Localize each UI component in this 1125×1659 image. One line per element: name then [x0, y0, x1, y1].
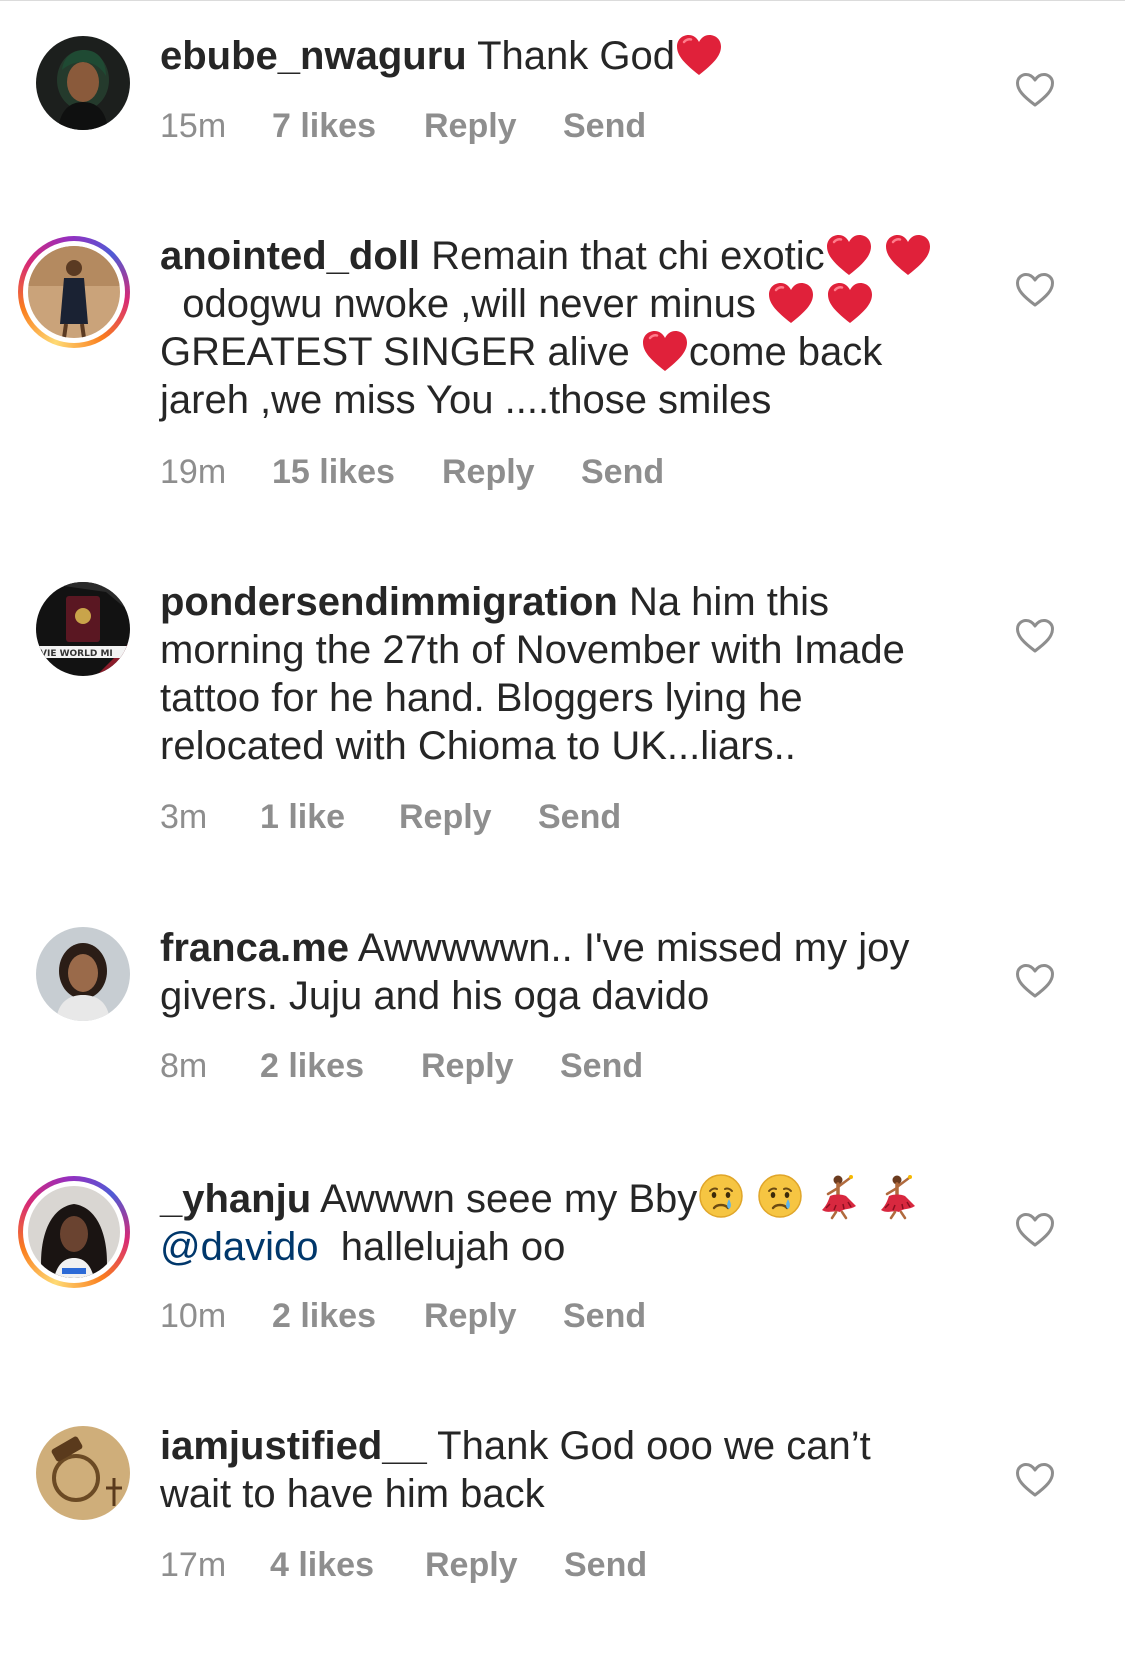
comment-body: odogwu nwoke ,will never minus	[182, 282, 756, 326]
red-heart-emoji	[641, 329, 689, 373]
comment-time: 17m	[160, 1546, 227, 1584]
comment-text: anointed_doll Remain that chi exotic odo…	[160, 232, 940, 424]
comment-body: Thank God	[477, 34, 675, 78]
story-ring[interactable]	[18, 1176, 130, 1288]
like-heart-icon[interactable]	[1015, 272, 1055, 308]
avatar[interactable]: VIE WORLD MI	[36, 582, 130, 676]
send-button[interactable]: Send	[563, 106, 646, 146]
like-heart-icon[interactable]	[1015, 618, 1055, 654]
mention-link[interactable]: @davido	[160, 1225, 318, 1269]
comment-body: Remain that chi exotic	[431, 234, 825, 278]
avatar[interactable]	[36, 36, 130, 130]
like-heart-icon[interactable]	[1015, 72, 1055, 108]
comment-text: iamjustified__ Thank God ooo we can’t wa…	[160, 1422, 940, 1518]
avatar[interactable]	[36, 927, 130, 1021]
comment-likes[interactable]: 15 likes	[272, 452, 442, 492]
red-heart-emoji	[884, 233, 932, 277]
comment-time: 8m	[160, 1047, 208, 1085]
dancer-emoji	[875, 1172, 923, 1220]
red-heart-emoji	[767, 281, 815, 325]
send-button[interactable]: Send	[581, 452, 664, 492]
comment-username[interactable]: iamjustified__	[160, 1424, 427, 1468]
comment-time: 10m	[160, 1297, 227, 1335]
comment-text: _yhanju Awwwn seee my Bby @davido hallel…	[160, 1172, 940, 1271]
avatar[interactable]	[28, 1186, 120, 1278]
avatar[interactable]	[36, 1426, 130, 1520]
comment-username[interactable]: pondersendimmigration	[160, 580, 618, 624]
comment-time: 3m	[160, 798, 208, 836]
comment-likes[interactable]: 2 likes	[260, 1046, 421, 1086]
send-button[interactable]: Send	[560, 1046, 643, 1086]
avatar[interactable]	[28, 246, 120, 338]
dancer-emoji	[816, 1172, 864, 1220]
comment-likes[interactable]: 1 like	[260, 797, 399, 837]
comment-likes[interactable]: 4 likes	[270, 1545, 425, 1585]
like-heart-icon[interactable]	[1015, 1462, 1055, 1498]
red-heart-emoji	[826, 281, 874, 325]
avatar-badge-text: VIE WORLD MI	[40, 649, 113, 659]
like-heart-icon[interactable]	[1015, 1212, 1055, 1248]
reply-button[interactable]: Reply	[425, 1545, 564, 1585]
comment-username[interactable]: ebube_nwaguru	[160, 34, 467, 78]
comment-body: hallelujah oo	[340, 1225, 566, 1269]
comment-text: pondersendimmigration Na him this mornin…	[160, 578, 940, 770]
story-ring[interactable]	[18, 236, 130, 348]
comment-body: Awwwn seee my Bby	[320, 1177, 698, 1221]
reply-button[interactable]: Reply	[442, 452, 581, 492]
comment-meta: 15m 7 likes Reply Send	[160, 106, 646, 146]
reply-button[interactable]: Reply	[421, 1046, 560, 1086]
reply-button[interactable]: Reply	[424, 106, 563, 146]
red-heart-emoji	[825, 233, 873, 277]
reply-button[interactable]: Reply	[399, 797, 538, 837]
send-button[interactable]: Send	[563, 1296, 646, 1336]
comment-meta: 10m 2 likes Reply Send	[160, 1296, 646, 1336]
send-button[interactable]: Send	[564, 1545, 647, 1585]
comment-username[interactable]: franca.me	[160, 926, 349, 970]
send-button[interactable]: Send	[538, 797, 621, 837]
crying-face-emoji	[697, 1172, 745, 1220]
comment-username[interactable]: anointed_doll	[160, 234, 420, 278]
comment-meta: 17m 4 likes Reply Send	[160, 1545, 647, 1585]
comment-time: 15m	[160, 107, 227, 145]
comment-text: franca.me Awwwwwn.. I've missed my joy g…	[160, 924, 940, 1020]
red-heart-emoji	[675, 33, 723, 77]
comment-likes[interactable]: 7 likes	[272, 106, 424, 146]
comment-time: 19m	[160, 453, 227, 491]
comment-meta: 8m 2 likes Reply Send	[160, 1046, 643, 1086]
comment-text: ebube_nwaguru Thank God	[160, 32, 940, 80]
like-heart-icon[interactable]	[1015, 963, 1055, 999]
comment-body: GREATEST SINGER alive	[160, 330, 630, 374]
comment-meta: 19m 15 likes Reply Send	[160, 452, 664, 492]
crying-face-emoji	[756, 1172, 804, 1220]
top-divider	[0, 0, 1125, 1]
comment-likes[interactable]: 2 likes	[272, 1296, 424, 1336]
comment-username[interactable]: _yhanju	[160, 1177, 311, 1221]
reply-button[interactable]: Reply	[424, 1296, 563, 1336]
comment-meta: 3m 1 like Reply Send	[160, 797, 621, 837]
